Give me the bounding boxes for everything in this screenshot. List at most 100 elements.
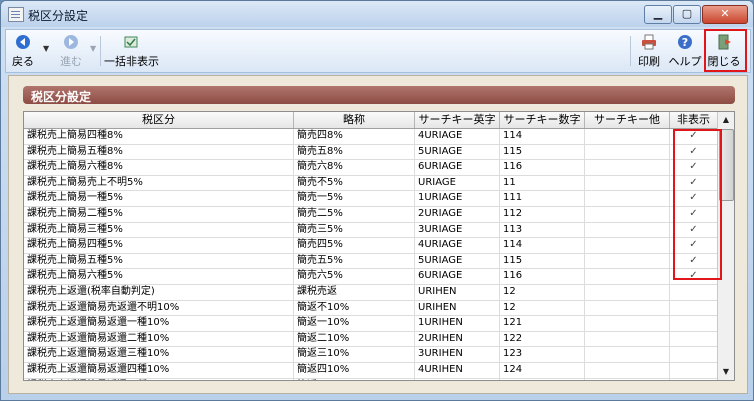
scroll-up-icon[interactable]: ▲ <box>718 112 734 128</box>
abbreviation-cell: 課税売返 <box>294 284 415 300</box>
abbreviation-cell: 簡売五8% <box>294 144 415 160</box>
search-key-alpha-cell: 6URIAGE <box>415 269 500 284</box>
scroll-down-icon[interactable]: ▼ <box>718 364 734 380</box>
tax-category-cell: 課税売上簡易一種5% <box>24 191 294 206</box>
maximize-icon: ▢ <box>681 7 693 20</box>
toolbar: 戻る ▼ 進む ▼ 一括非表示 印刷 ? ヘルプ 閉じる <box>5 29 751 73</box>
column-header[interactable]: サーチキー英字 <box>415 112 500 128</box>
search-key-number-cell: 115 <box>500 144 585 160</box>
column-header[interactable]: 非表示 <box>670 112 718 128</box>
help-icon: ? <box>677 34 693 50</box>
table-row[interactable]: 課税売上返還簡易返還三種10% 簡返三10% 3URIHEN 123 <box>24 347 718 363</box>
forward-dropdown-icon[interactable]: ▼ <box>90 44 96 53</box>
hidden-checkbox[interactable] <box>670 316 718 331</box>
forward-arrow-icon <box>63 34 79 50</box>
hidden-checkbox[interactable] <box>670 300 718 316</box>
search-key-alpha-cell: 1URIHEN <box>415 316 500 331</box>
search-key-number-cell: 12 <box>500 284 585 300</box>
search-key-other-cell <box>585 316 670 331</box>
column-header[interactable]: サーチキー数字 <box>500 112 585 128</box>
column-header[interactable]: 略称 <box>294 112 415 128</box>
table-row[interactable]: 課税売上簡易四種8% 簡売四8% 4URIAGE 114 ✓ <box>24 129 718 145</box>
tax-category-cell: 課税売上簡易売上不明5% <box>24 175 294 191</box>
abbreviation-cell: 簡売不5% <box>294 175 415 191</box>
search-key-number-cell: 11 <box>500 175 585 191</box>
back-dropdown-icon[interactable]: ▼ <box>43 44 49 53</box>
table-row[interactable]: 課税売上返還簡易返還五種10%簡返五10%5URIHEN125 <box>24 378 718 380</box>
window-close-button[interactable]: ✕ <box>702 5 748 24</box>
search-key-alpha-cell: URIHEN <box>415 300 500 316</box>
search-key-number-cell: 121 <box>500 316 585 331</box>
section-header: 税区分設定 <box>23 86 735 104</box>
search-key-alpha-cell: URIAGE <box>415 175 500 191</box>
search-key-number-cell: 112 <box>500 206 585 222</box>
search-key-number-cell: 113 <box>500 222 585 238</box>
app-window: 税区分設定 ▁ ▢ ✕ 戻る ▼ 進む ▼ 一括非表示 印刷 ? ヘルプ 閉じる… <box>0 0 754 401</box>
table-row[interactable]: 課税売上簡易一種5% 簡売一5% 1URIAGE 111 ✓ <box>24 191 718 207</box>
hidden-checkbox[interactable] <box>670 347 718 362</box>
abbreviation-cell: 簡返不10% <box>294 300 415 316</box>
column-header[interactable]: 税区分 <box>24 112 294 128</box>
table-row[interactable]: 課税売上簡易売上不明5% 簡売不5% URIAGE 11 ✓ <box>24 175 718 192</box>
hidden-checkbox[interactable] <box>670 378 718 380</box>
search-key-number-cell: 123 <box>500 347 585 362</box>
abbreviation-cell: 簡売一5% <box>294 191 415 206</box>
column-header[interactable]: サーチキー他 <box>585 112 670 128</box>
back-arrow-icon <box>15 34 31 50</box>
table-row[interactable]: 課税売上返還簡易売返還不明10% 簡返不10% URIHEN 12 <box>24 300 718 317</box>
table-row[interactable]: 課税売上簡易五種5% 簡売五5% 5URIAGE 115 ✓ <box>24 253 718 270</box>
forward-button[interactable]: 進む <box>58 32 84 70</box>
table-row[interactable]: 課税売上簡易六種8% 簡売六8% 6URIAGE 116 ✓ <box>24 160 718 176</box>
search-key-alpha-cell: 4URIHEN <box>415 362 500 378</box>
search-key-alpha-cell: 5URIHEN <box>415 378 500 380</box>
abbreviation-cell: 簡売三5% <box>294 222 415 238</box>
table-row[interactable]: 課税売上返還簡易返還四種10% 簡返四10% 4URIHEN 124 <box>24 362 718 379</box>
hidden-column-highlight <box>673 129 722 280</box>
abbreviation-cell: 簡売五5% <box>294 253 415 269</box>
back-button[interactable]: 戻る <box>10 32 36 70</box>
print-button[interactable]: 印刷 <box>634 32 664 70</box>
title-bar[interactable]: 税区分設定 ▁ ▢ ✕ <box>1 1 753 27</box>
tax-category-cell: 課税売上簡易六種8% <box>24 160 294 175</box>
abbreviation-cell: 簡売四5% <box>294 238 415 253</box>
table-row[interactable]: 課税売上簡易四種5% 簡売四5% 4URIAGE 114 ✓ <box>24 238 718 254</box>
search-key-other-cell <box>585 129 670 144</box>
search-key-other-cell <box>585 269 670 284</box>
hidden-checkbox[interactable] <box>670 284 718 300</box>
tax-category-cell: 課税売上返還簡易返還五種10% <box>24 378 294 380</box>
settings-panel: 税区分設定 税区分 略称 サーチキー英字 サーチキー数字 サーチキー他 非表示 … <box>8 75 748 394</box>
search-key-alpha-cell: 4URIAGE <box>415 238 500 253</box>
search-key-number-cell: 116 <box>500 269 585 284</box>
table-row[interactable]: 課税売上返還簡易返還二種10% 簡返二10% 2URIHEN 122 <box>24 331 718 348</box>
tax-category-cell: 課税売上返還簡易売返還不明10% <box>24 300 294 316</box>
tax-category-cell: 課税売上簡易三種5% <box>24 222 294 238</box>
minimize-button[interactable]: ▁ <box>644 5 672 24</box>
tax-category-cell: 課税売上返還簡易返還三種10% <box>24 347 294 362</box>
table-row[interactable]: 課税売上返還(税率自動判定) 課税売返 URIHEN 12 <box>24 284 718 301</box>
table-row[interactable]: 課税売上簡易六種5% 簡売六5% 6URIAGE 116 ✓ <box>24 269 718 285</box>
search-key-number-cell: 114 <box>500 238 585 253</box>
table-row[interactable]: 課税売上簡易三種5% 簡売三5% 3URIAGE 113 ✓ <box>24 222 718 239</box>
hide-all-button[interactable]: 一括非表示 <box>104 32 159 70</box>
table-row[interactable]: 課税売上簡易二種5% 簡売二5% 2URIAGE 112 ✓ <box>24 206 718 223</box>
maximize-button[interactable]: ▢ <box>673 5 701 24</box>
tax-category-cell: 課税売上返還簡易返還一種10% <box>24 316 294 331</box>
hide-all-label: 一括非表示 <box>104 55 159 68</box>
search-key-number-cell: 111 <box>500 191 585 206</box>
table-row[interactable]: 課税売上返還簡易返還一種10% 簡返一10% 1URIHEN 121 <box>24 316 718 332</box>
abbreviation-cell: 簡売六5% <box>294 269 415 284</box>
search-key-alpha-cell: 2URIHEN <box>415 331 500 347</box>
help-button[interactable]: ? ヘルプ <box>668 32 702 70</box>
hidden-checkbox[interactable] <box>670 362 718 378</box>
search-key-number-cell: 115 <box>500 253 585 269</box>
search-key-number-cell: 124 <box>500 362 585 378</box>
tax-category-cell: 課税売上簡易五種5% <box>24 253 294 269</box>
close-button-highlight <box>704 29 747 72</box>
table-row[interactable]: 課税売上簡易五種8% 簡売五8% 5URIAGE 115 ✓ <box>24 144 718 161</box>
search-key-other-cell <box>585 175 670 191</box>
grid-header: 税区分 略称 サーチキー英字 サーチキー数字 サーチキー他 非表示 <box>24 112 718 129</box>
search-key-alpha-cell: 3URIHEN <box>415 347 500 362</box>
hidden-checkbox[interactable] <box>670 331 718 347</box>
abbreviation-cell: 簡返二10% <box>294 331 415 347</box>
search-key-alpha-cell: 2URIAGE <box>415 206 500 222</box>
